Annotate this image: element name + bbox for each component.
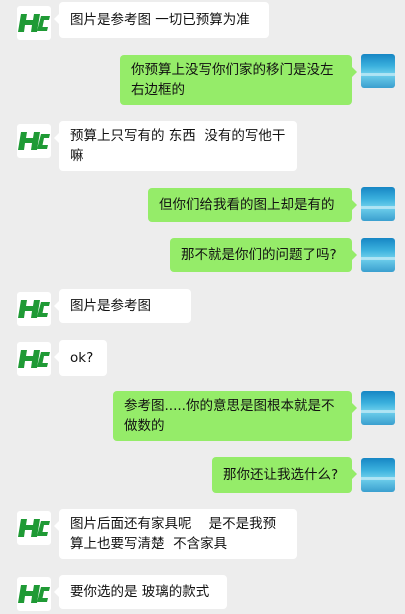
avatar[interactable] — [361, 458, 395, 492]
message-bubble: 你预算上没写你们家的移门是没左右边框的 — [120, 55, 357, 105]
hc-logo-icon — [18, 585, 50, 603]
avatar[interactable] — [17, 511, 51, 545]
avatar[interactable] — [361, 187, 395, 221]
message-bubble: 那你还让我选什么? — [212, 457, 357, 493]
avatar[interactable] — [17, 6, 51, 40]
message-bubble: 那不就是你们的问题了吗? — [170, 238, 357, 272]
avatar[interactable] — [17, 577, 51, 611]
hc-logo-icon — [18, 519, 50, 537]
message-bubble: 要你选的是 玻璃的款式 — [54, 575, 227, 609]
hc-logo-icon — [18, 132, 50, 150]
avatar[interactable] — [17, 342, 51, 376]
message-bubble: 图片是参考图 一切已预算为准 — [54, 2, 269, 38]
message-bubble: 图片是参考图 — [54, 289, 191, 323]
message-bubble: 参考图.....你的意思是图根本就是不做数的 — [113, 391, 357, 441]
hc-logo-icon — [18, 300, 50, 318]
message-bubble: ok? — [54, 340, 107, 376]
avatar[interactable] — [361, 54, 395, 88]
avatar[interactable] — [17, 292, 51, 326]
message-bubble: 但你们给我看的图上却是有的 — [148, 188, 357, 222]
avatar[interactable] — [361, 391, 395, 425]
message-bubble: 图片后面还有家具呢 是不是我预算上也要写清楚 不含家具 — [54, 509, 297, 559]
hc-logo-icon — [18, 14, 50, 32]
message-bubble: 预算上只写有的 东西 没有的写他干嘛 — [54, 121, 297, 171]
hc-logo-icon — [18, 350, 50, 368]
avatar[interactable] — [361, 238, 395, 272]
avatar[interactable] — [17, 124, 51, 158]
